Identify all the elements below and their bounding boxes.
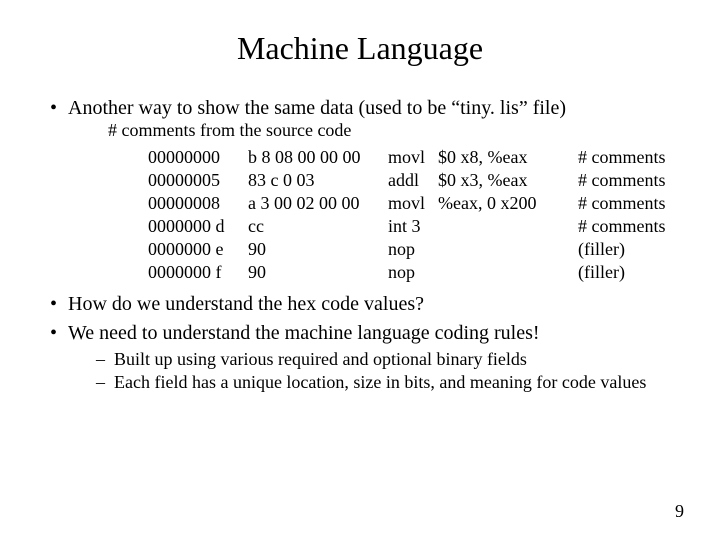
cell-inst: nop	[388, 262, 438, 285]
cell-hex: b 8 08 00 00 00	[248, 147, 388, 170]
slide-title: Machine Language	[40, 30, 680, 67]
bullet-list: Another way to show the same data (used …	[50, 97, 680, 393]
cell-cmt: (filler)	[578, 262, 678, 285]
cell-inst: nop	[388, 239, 438, 262]
cell-inst: movl	[388, 147, 438, 170]
cell-ops: %eax, 0 x200	[438, 193, 578, 216]
bullet-item: How do we understand the hex code values…	[50, 293, 680, 316]
cell-hex: cc	[248, 216, 388, 239]
cell-ops	[438, 239, 578, 262]
sub-bullet-text: Built up using various required and opti…	[114, 349, 527, 369]
cell-hex: 83 c 0 03	[248, 170, 388, 193]
cell-ops: $0 x8, %eax	[438, 147, 578, 170]
cell-ops	[438, 262, 578, 285]
cell-inst: movl	[388, 193, 438, 216]
bullet-item: We need to understand the machine langua…	[50, 322, 680, 393]
cell-addr: 00000005	[148, 170, 248, 193]
bullet-text: How do we understand the hex code values…	[68, 293, 424, 315]
cell-cmt: # comments	[578, 147, 678, 170]
cell-addr: 00000000	[148, 147, 248, 170]
bullet-text: Another way to show the same data (used …	[68, 97, 566, 119]
cell-ops: $0 x3, %eax	[438, 170, 578, 193]
cell-addr: 0000000 d	[148, 216, 248, 239]
cell-addr: 00000008	[148, 193, 248, 216]
sub-bullet-item: Each field has a unique location, size i…	[96, 372, 680, 393]
table-row: 00000005 83 c 0 03 addl $0 x3, %eax # co…	[148, 170, 678, 193]
cell-hex: 90	[248, 239, 388, 262]
sub-bullet-list: Built up using various required and opti…	[96, 349, 680, 393]
sub-bullet-item: Built up using various required and opti…	[96, 349, 680, 370]
table-row: 00000008 a 3 00 02 00 00 movl %eax, 0 x2…	[148, 193, 678, 216]
cell-cmt: # comments	[578, 216, 678, 239]
bullet-text: We need to understand the machine langua…	[68, 322, 540, 344]
table-row: 0000000 e 90 nop (filler)	[148, 239, 678, 262]
code-block: # comments from the source code 00000000…	[108, 120, 680, 285]
cell-addr: 0000000 f	[148, 262, 248, 285]
sub-bullet-text: Each field has a unique location, size i…	[114, 372, 646, 392]
code-header: # comments from the source code	[108, 120, 680, 141]
cell-inst: addl	[388, 170, 438, 193]
code-table: 00000000 b 8 08 00 00 00 movl $0 x8, %ea…	[148, 147, 678, 285]
table-row: 0000000 d cc int 3 # comments	[148, 216, 678, 239]
cell-cmt: # comments	[578, 193, 678, 216]
cell-ops	[438, 216, 578, 239]
cell-hex: a 3 00 02 00 00	[248, 193, 388, 216]
cell-cmt: # comments	[578, 170, 678, 193]
cell-cmt: (filler)	[578, 239, 678, 262]
page-number: 9	[675, 501, 684, 522]
table-row: 0000000 f 90 nop (filler)	[148, 262, 678, 285]
bullet-item: Another way to show the same data (used …	[50, 97, 680, 285]
cell-inst: int 3	[388, 216, 438, 239]
table-row: 00000000 b 8 08 00 00 00 movl $0 x8, %ea…	[148, 147, 678, 170]
cell-hex: 90	[248, 262, 388, 285]
cell-addr: 0000000 e	[148, 239, 248, 262]
